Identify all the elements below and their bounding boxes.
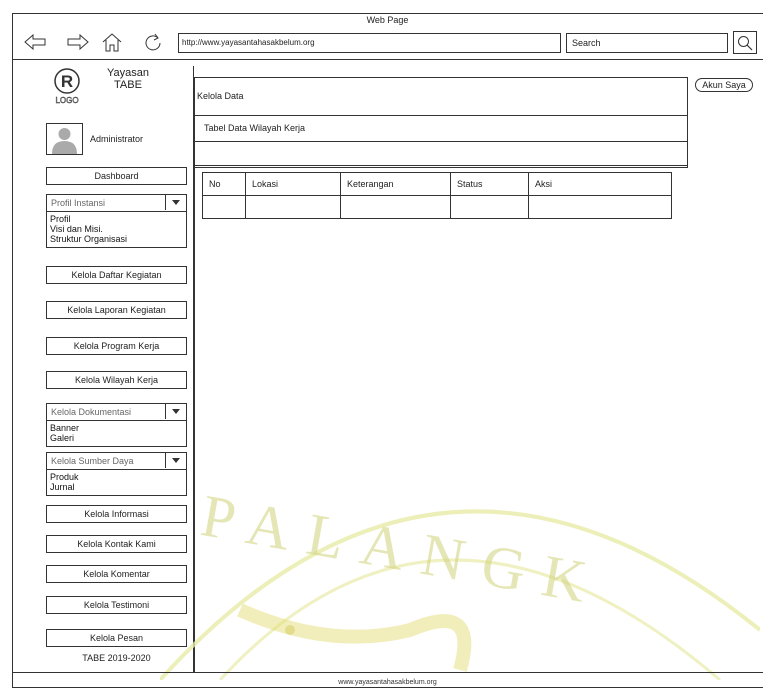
divider (194, 165, 688, 166)
table-cell (450, 195, 529, 219)
chevron-down-icon[interactable] (165, 404, 186, 419)
home-icon[interactable] (100, 31, 124, 53)
chevron-down-icon[interactable] (165, 195, 186, 210)
kelola-sumber-daya-dropdown[interactable]: Kelola Sumber Daya Produk Jurnal (46, 452, 187, 496)
dashboard-button[interactable]: Dashboard (46, 167, 187, 185)
back-arrow-icon[interactable] (23, 31, 47, 53)
dropdown-option[interactable]: Struktur Organisasi (47, 234, 186, 244)
kelola-pesan-button[interactable]: Kelola Pesan (46, 629, 187, 647)
main-left-border (194, 77, 195, 672)
brand-line2: TABE (114, 79, 142, 91)
dropdown-head[interactable]: Kelola Sumber Daya (47, 453, 186, 470)
search-icon[interactable] (733, 31, 757, 54)
logo-sub: LOGO (55, 96, 78, 105)
kelola-informasi-button[interactable]: Kelola Informasi (46, 505, 187, 523)
avatar (46, 123, 83, 155)
footer: www.yayasantahasakbelum.org (12, 672, 763, 688)
column-header-status: Status (450, 172, 529, 196)
forward-arrow-icon[interactable] (66, 31, 90, 53)
column-header-keterangan: Keterangan (340, 172, 451, 196)
kelola-daftar-kegiatan-button[interactable]: Kelola Daftar Kegiatan (46, 266, 187, 284)
brand-name: Yayasan TABE (98, 67, 158, 91)
kelola-wilayah-kerja-button[interactable]: Kelola Wilayah Kerja (46, 371, 187, 389)
dropdown-label: Kelola Sumber Daya (51, 456, 134, 466)
table-header-row: No Lokasi Keterangan Status Aksi (202, 172, 672, 196)
page-title: Kelola Data (195, 78, 687, 116)
kelola-program-kerja-button[interactable]: Kelola Program Kerja (46, 337, 187, 355)
main-panel: Kelola Data Tabel Data Wilayah Kerja (194, 77, 688, 168)
copyright: TABE 2019-2020 (82, 653, 151, 663)
column-header-lokasi: Lokasi (245, 172, 341, 196)
kelola-testimoni-button[interactable]: Kelola Testimoni (46, 596, 187, 614)
dropdown-option[interactable]: Galeri (47, 433, 186, 443)
table-cell (528, 195, 672, 219)
logo: R LOGO (43, 67, 91, 105)
column-header-no: No (202, 172, 246, 196)
data-table: No Lokasi Keterangan Status Aksi (202, 172, 672, 219)
toolbar-divider (12, 59, 763, 60)
table-row (202, 195, 672, 219)
table-cell (245, 195, 341, 219)
dropdown-label: Profil Instansi (51, 198, 106, 208)
user-role: Administrator (90, 134, 144, 144)
kelola-komentar-button[interactable]: Kelola Komentar (46, 565, 187, 583)
column-header-aksi: Aksi (528, 172, 672, 196)
brand-line1: Yayasan (107, 67, 149, 79)
kelola-dokumentasi-dropdown[interactable]: Kelola Dokumentasi Banner Galeri (46, 403, 187, 447)
akun-saya-button[interactable]: Akun Saya (695, 78, 753, 92)
refresh-icon[interactable] (141, 31, 165, 53)
dropdown-option[interactable]: Produk (47, 472, 186, 482)
kelola-kontak-kami-button[interactable]: Kelola Kontak Kami (46, 535, 187, 553)
dropdown-head[interactable]: Profil Instansi (47, 195, 186, 212)
dropdown-option[interactable]: Banner (47, 423, 186, 433)
dropdown-label: Kelola Dokumentasi (51, 407, 132, 417)
table-title: Tabel Data Wilayah Kerja (195, 116, 687, 142)
dropdown-head[interactable]: Kelola Dokumentasi (47, 404, 186, 421)
kelola-laporan-kegiatan-button[interactable]: Kelola Laporan Kegiatan (46, 301, 187, 319)
table-cell (202, 195, 246, 219)
dropdown-option[interactable]: Jurnal (47, 482, 186, 492)
window-title: Web Page (366, 15, 409, 25)
table-cell (340, 195, 451, 219)
table-toolbar (195, 142, 687, 167)
logo-letter: R (61, 72, 73, 91)
chevron-down-icon[interactable] (165, 453, 186, 468)
dropdown-option[interactable]: Visi dan Misi. (47, 224, 186, 234)
search-input[interactable]: Search (566, 33, 728, 53)
address-bar[interactable]: http://www.yayasantahasakbelum.org (178, 33, 561, 53)
dropdown-option[interactable]: Profil (47, 214, 186, 224)
profil-instansi-dropdown[interactable]: Profil Instansi Profil Visi dan Misi. St… (46, 194, 187, 248)
